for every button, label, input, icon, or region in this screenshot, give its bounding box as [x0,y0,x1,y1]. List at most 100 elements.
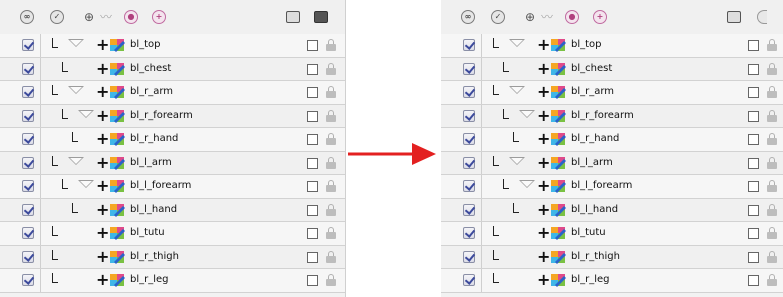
enable-all-icon[interactable]: ∞ [459,9,477,25]
lock-all-icon[interactable] [312,9,330,25]
expand-triangle-icon[interactable] [78,180,94,188]
layer-enable-checkbox[interactable] [463,86,475,98]
layer-visibility-checkbox[interactable] [307,87,318,98]
layer-enable-checkbox[interactable] [22,86,34,98]
layer-name[interactable]: bl_r_leg [571,274,610,285]
lock-icon[interactable] [326,133,336,145]
lock-icon[interactable] [326,203,336,216]
layer-name[interactable]: bl_top [571,39,602,50]
layer-name[interactable]: bl_chest [130,63,171,74]
layer-row[interactable]: + bl_l_hand [0,198,346,222]
layer-visibility-checkbox[interactable] [307,134,318,145]
layer-visibility-checkbox[interactable] [748,157,759,169]
lock-icon[interactable] [767,180,777,192]
layer-visibility-checkbox[interactable] [748,181,759,192]
layer-name[interactable]: bl_l_hand [571,204,618,215]
lock-icon[interactable] [767,86,777,98]
layer-row[interactable]: + bl_r_arm [0,81,346,105]
layer-row[interactable]: + bl_l_arm [441,151,783,175]
layer-visibility-checkbox[interactable] [307,275,318,286]
lock-icon[interactable] [767,274,777,286]
expand-triangle-icon[interactable] [509,156,525,165]
layer-visibility-checkbox[interactable] [307,63,318,75]
lock-icon[interactable] [767,250,777,263]
layer-visibility-checkbox[interactable] [307,228,318,239]
layer-enable-checkbox[interactable] [22,250,34,263]
layer-enable-checkbox[interactable] [22,180,34,192]
layer-name[interactable]: bl_l_arm [571,157,613,168]
layer-name[interactable]: bl_r_forearm [130,110,193,121]
layer-name[interactable]: bl_tutu [571,227,606,238]
layer-name[interactable]: bl_l_forearm [130,180,191,191]
layer-name[interactable]: bl_r_hand [130,133,178,144]
layer-visibility-checkbox[interactable] [307,40,318,51]
lock-icon[interactable] [767,203,777,216]
layer-enable-checkbox[interactable] [463,109,475,122]
layer-enable-checkbox[interactable] [463,274,475,286]
layer-name[interactable]: bl_r_leg [130,274,169,285]
layer-row[interactable]: + bl_tutu [441,222,783,246]
layer-row[interactable]: + bl_l_forearm [0,175,346,199]
expand-triangle-icon[interactable] [68,156,84,165]
layer-enable-checkbox[interactable] [22,274,34,286]
layer-enable-checkbox[interactable] [22,156,34,169]
layer-row[interactable]: + bl_chest [441,57,783,81]
layer-visibility-checkbox[interactable] [748,204,759,216]
layer-enable-checkbox[interactable] [22,109,34,122]
lock-icon[interactable] [767,156,777,169]
lock-icon[interactable] [326,62,336,75]
layer-visibility-checkbox[interactable] [748,251,759,263]
layer-row[interactable]: + bl_top [0,34,346,58]
expand-triangle-icon[interactable] [68,86,84,94]
lock-icon[interactable] [326,156,336,169]
layer-enable-checkbox[interactable] [22,62,34,75]
layer-name[interactable]: bl_r_thigh [571,251,620,262]
layer-visibility-checkbox[interactable] [748,134,759,145]
lock-all-icon[interactable] [753,9,771,25]
lock-icon[interactable] [767,227,777,239]
layer-name[interactable]: bl_chest [571,63,612,74]
layer-row[interactable]: + bl_r_forearm [441,104,783,128]
disable-all-icon[interactable]: ✓ [48,9,66,25]
layer-row[interactable]: + bl_r_arm [441,81,783,105]
layer-enable-checkbox[interactable] [463,203,475,216]
layer-row[interactable]: + bl_r_hand [0,128,346,152]
layer-name[interactable]: bl_r_forearm [571,110,634,121]
layer-row[interactable]: + bl_tutu [0,222,346,246]
layer-color-icon[interactable]: ● [563,9,581,25]
layer-row[interactable]: + bl_r_hand [441,128,783,152]
layer-row[interactable]: + bl_l_forearm [441,175,783,199]
lock-icon[interactable] [326,39,336,51]
expand-triangle-icon[interactable] [68,39,84,47]
layer-name[interactable]: bl_l_hand [130,204,177,215]
layer-visibility-checkbox[interactable] [748,40,759,51]
layer-enable-checkbox[interactable] [463,180,475,192]
layer-row[interactable]: + bl_l_arm [0,151,346,175]
add-layer-icon[interactable]: + [591,9,609,25]
lock-icon[interactable] [326,274,336,286]
layer-name[interactable]: bl_r_thigh [130,251,179,262]
layer-enable-checkbox[interactable] [463,250,475,263]
layer-visibility-checkbox[interactable] [307,204,318,216]
expand-triangle-icon[interactable] [509,86,525,94]
layer-name[interactable]: bl_top [130,39,161,50]
layer-name[interactable]: bl_r_arm [571,86,614,97]
layer-name[interactable]: bl_l_forearm [571,180,632,191]
layer-visibility-checkbox[interactable] [307,110,318,122]
layer-name[interactable]: bl_r_hand [571,133,619,144]
enable-all-icon[interactable]: ∞ [18,9,36,25]
lock-icon[interactable] [767,109,777,122]
lock-icon[interactable] [767,62,777,75]
lock-icon[interactable] [326,86,336,98]
layer-visibility-checkbox[interactable] [748,228,759,239]
disable-all-icon[interactable]: ✓ [489,9,507,25]
layer-visibility-checkbox[interactable] [748,63,759,75]
add-layer-icon[interactable]: + [150,9,168,25]
lock-icon[interactable] [326,109,336,122]
lock-icon[interactable] [326,227,336,239]
layer-visibility-checkbox[interactable] [748,87,759,98]
layer-row[interactable]: + bl_r_leg [0,269,346,293]
layer-enable-checkbox[interactable] [22,227,34,239]
expand-triangle-icon[interactable] [519,180,535,188]
lock-icon[interactable] [326,250,336,263]
